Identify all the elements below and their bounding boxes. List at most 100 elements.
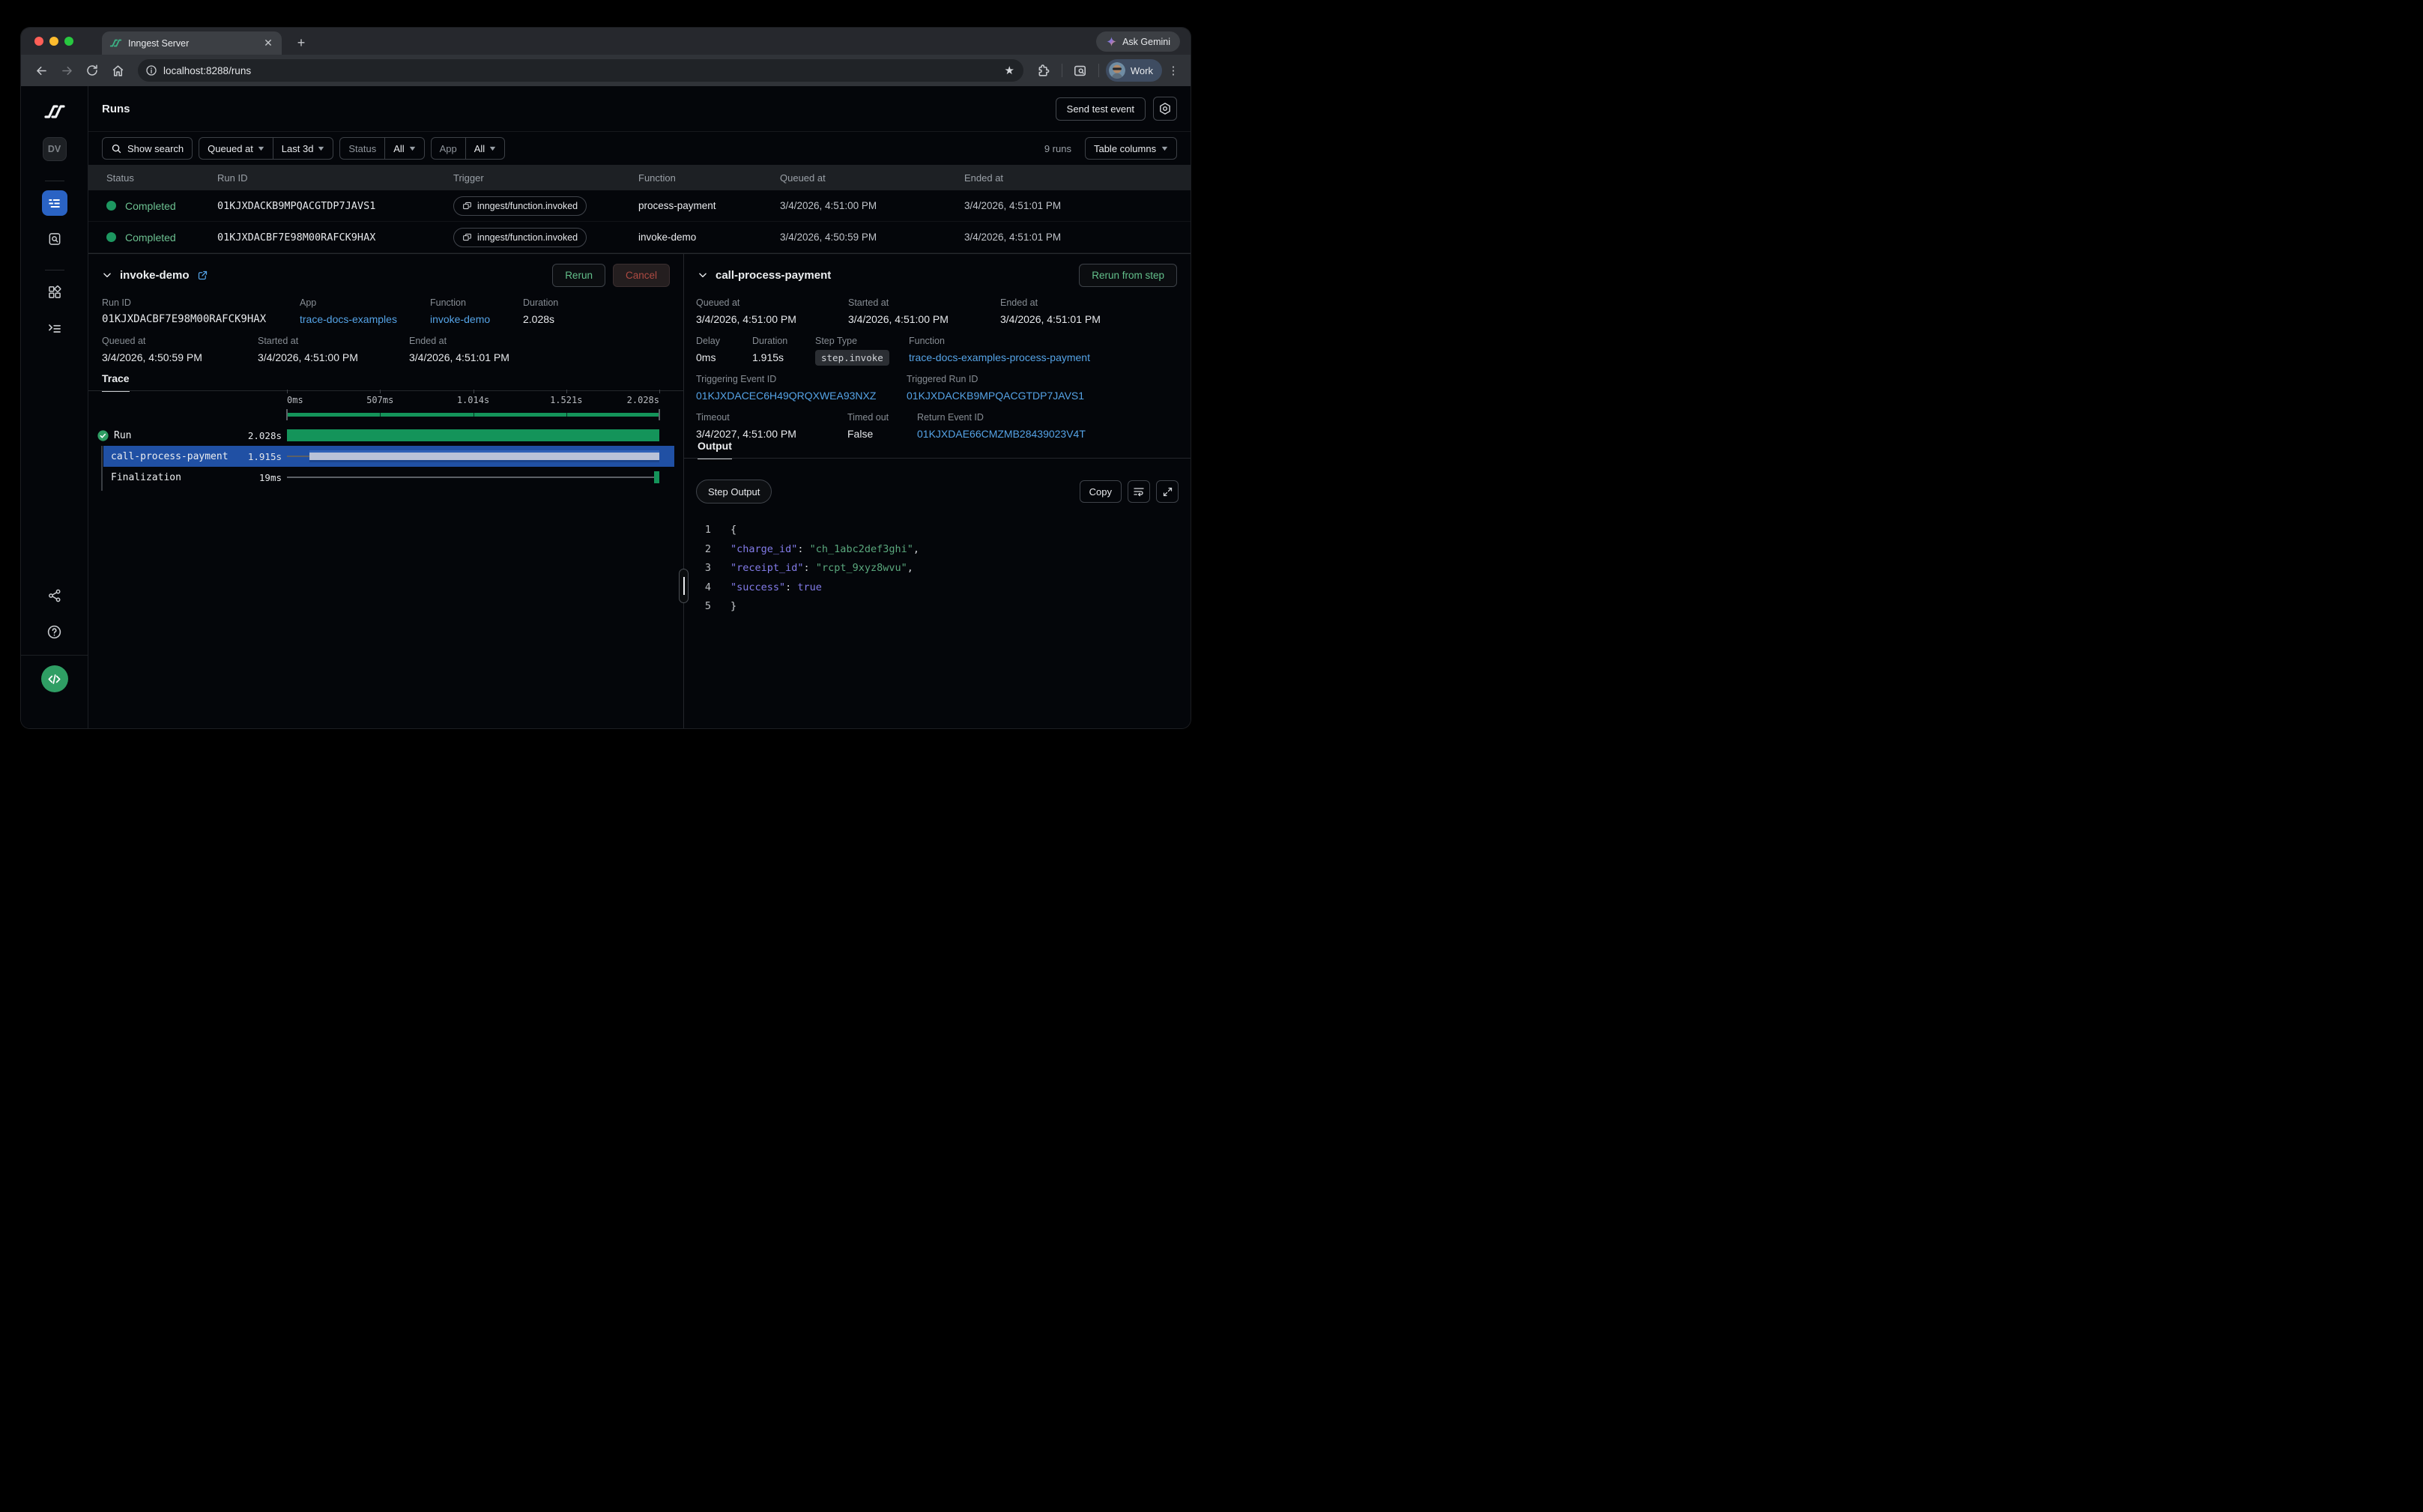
close-window-button[interactable] [34,37,43,46]
code-line: 2"charge_id": "ch_1abc2def3ghi", [696,540,1179,560]
tab-divider [684,458,1191,459]
status-filter-dropdown[interactable]: All▼ [385,138,423,159]
sidebar-item-events[interactable] [42,226,67,252]
function-cell[interactable]: process-payment [638,200,780,211]
extensions-icon[interactable] [1032,59,1055,82]
site-info-icon[interactable] [145,64,157,76]
minimize-window-button[interactable] [49,37,58,46]
url-bar[interactable]: localhost:8288/runs ★ [138,59,1023,82]
cancel-button[interactable]: Cancel [613,264,670,287]
trace-bar-call-process-payment[interactable] [309,450,659,462]
field-value-function[interactable]: trace-docs-examples-process-payment [909,351,1090,363]
new-tab-button[interactable]: + [292,34,310,52]
trace-row-run[interactable]: Run2.028s [88,425,683,446]
axis-label: 2.028s [627,395,659,405]
panel-resize-handle[interactable] [679,569,689,603]
run-id-cell[interactable]: 01KJXDACBF7E98M00RAFCK9HAX [217,232,453,244]
run-id-cell[interactable]: 01KJXDACKB9MPQACGTDP7JAVS1 [217,200,453,212]
sidebar: DV [21,86,88,728]
zoom-window-button[interactable] [64,37,73,46]
field-label: App [300,297,397,308]
field-started-at: Started at3/4/2026, 4:51:00 PM [848,297,949,325]
browser-tab[interactable]: Inngest Server ✕ [102,31,282,55]
dev-code-button[interactable] [41,665,68,692]
env-badge[interactable]: DV [43,137,67,161]
sidebar-item-runs[interactable] [42,190,67,216]
show-search-button[interactable]: Show search [102,137,193,160]
field-duration: Duration2.028s [523,297,558,325]
trace-span-label: call-process-payment [111,451,229,462]
code-token: : [797,543,809,555]
column-queued-at: Queued at [780,172,964,184]
axis-label: 0ms [287,395,303,405]
bookmark-star-icon[interactable]: ★ [999,64,1018,77]
field-value-return-event-id[interactable]: 01KJXDAE66CMZMB28439023V4T [917,428,1086,440]
field-value-function[interactable]: invoke-demo [430,313,490,325]
line-content: "charge_id": "ch_1abc2def3ghi", [730,540,919,560]
step-output-chip[interactable]: Step Output [696,480,772,504]
forward-button[interactable] [55,59,78,82]
status-cell: Completed [106,200,217,212]
main-content: Runs Send test event Show search [88,86,1191,728]
axis-label: 1.014s [457,395,489,405]
function-cell[interactable]: invoke-demo [638,232,780,243]
trigger-pill[interactable]: inngest/function.invoked [453,228,587,247]
copy-button[interactable]: Copy [1080,480,1122,503]
trigger-cell: inngest/function.invoked [453,228,638,247]
rerun-button[interactable]: Rerun [552,264,605,287]
tab-close-icon[interactable]: ✕ [262,37,274,49]
trace-bar-run[interactable] [287,429,659,441]
line-number: 5 [696,597,711,617]
field-value-triggered-run-id[interactable]: 01KJXDACKB9MPQACGTDP7JAVS1 [907,390,1084,402]
table-row[interactable]: Completed 01KJXDACKB9MPQACGTDP7JAVS1innge… [88,190,1191,222]
trace-row-call-process-payment[interactable]: call-process-payment1.915s [88,446,683,467]
browser-menu-icon[interactable]: ⋮ [1165,64,1182,77]
time-field-dropdown[interactable]: Queued at▼ [199,138,273,159]
sidebar-item-console[interactable] [42,315,67,341]
table-columns-button[interactable]: Table columns▼ [1085,137,1177,160]
profile-button[interactable]: Work [1106,59,1162,82]
axis-tick [287,390,288,393]
status-badge: Completed [125,200,176,212]
chevron-down-icon[interactable] [698,270,708,280]
avatar [1109,62,1125,79]
table-row[interactable]: Completed01KJXDACBF7E98M00RAFCK9HAXinnge… [88,222,1191,253]
trigger-pill[interactable]: inngest/function.invoked [453,196,587,216]
external-link-icon[interactable] [197,270,208,281]
trace-tab[interactable]: Trace [88,372,683,390]
settings-button[interactable] [1153,97,1177,121]
status-filter-group: Status All▼ [339,137,424,160]
trace-bar-finalization[interactable] [654,471,659,483]
field-value-duration: 2.028s [523,313,558,325]
side-panel-search-icon[interactable] [1069,59,1092,82]
url-text: localhost:8288/runs [163,65,993,76]
ask-gemini-button[interactable]: Ask Gemini [1096,31,1180,52]
sidebar-item-apps[interactable] [42,279,67,305]
code-token: : [785,581,797,593]
line-content: } [730,597,736,617]
home-button[interactable] [106,59,129,82]
send-test-event-button[interactable]: Send test event [1056,97,1146,121]
field-value-started-at: 3/4/2026, 4:51:00 PM [848,313,949,325]
field-value-app[interactable]: trace-docs-examples [300,313,397,325]
code-token: "ch_1abc2def3ghi" [810,543,913,555]
field-value-triggering-event-id[interactable]: 01KJXDACEC6H49QRQXWEA93NXZ [696,390,876,402]
trace-minimap[interactable] [287,413,659,417]
app-filter-dropdown[interactable]: All▼ [466,138,504,159]
time-range-dropdown[interactable]: Last 3d▼ [273,138,333,159]
trace-rows: Run2.028scall-process-payment1.915sFinal… [88,425,683,488]
trace-row-finalization[interactable]: Finalization19ms [88,467,683,488]
output-tab[interactable]: Output [684,440,1191,458]
field-label: Triggered Run ID [907,374,1084,384]
rerun-from-step-button[interactable]: Rerun from step [1079,264,1177,287]
field-value-queued-at: 3/4/2026, 4:50:59 PM [102,351,202,363]
step-output-code[interactable]: 1{2"charge_id": "ch_1abc2def3ghi",3"rece… [696,521,1179,617]
help-button[interactable] [42,619,67,644]
expand-output-button[interactable] [1156,480,1179,503]
reload-button[interactable] [81,59,103,82]
word-wrap-button[interactable] [1128,480,1150,503]
share-feedback-button[interactable] [42,583,67,608]
back-button[interactable] [30,59,52,82]
chevron-down-icon[interactable] [102,270,112,280]
trigger-cell: inngest/function.invoked [453,196,638,216]
